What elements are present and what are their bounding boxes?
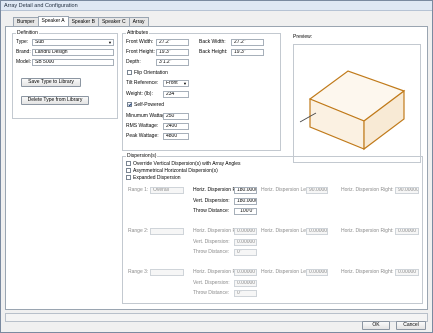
model-field[interactable]: SB 5000 bbox=[32, 59, 114, 66]
r1-horiz-left-field[interactable]: 90.00000 bbox=[306, 187, 328, 194]
r2-throw-field[interactable]: 0" bbox=[234, 249, 257, 256]
tab-bumper[interactable]: Bumper bbox=[13, 17, 39, 26]
brand-field[interactable]: Landru Design bbox=[32, 49, 114, 56]
dispersion-group: Dispersion(s) Override Vertical Dispersi… bbox=[122, 153, 423, 304]
r2-horiz-left-field[interactable]: 0.00000 bbox=[306, 228, 328, 235]
r3-horiz-right-label: Horiz. Dispersion Right: bbox=[341, 269, 394, 275]
r2-horiz-right-field[interactable]: 0.00000 bbox=[395, 228, 419, 235]
brand-label: Brand: bbox=[16, 49, 31, 55]
peak-wattage-label: Peak Wattage: bbox=[126, 133, 159, 139]
range1-field[interactable]: Overall bbox=[150, 187, 184, 194]
flip-orientation-checkbox[interactable] bbox=[127, 70, 132, 75]
asymmetrical-label: Asymmetrical Horizontal Dispersion(s) bbox=[133, 168, 218, 174]
preview-canvas bbox=[293, 44, 421, 163]
self-powered-checkbox[interactable] bbox=[127, 102, 132, 107]
cancel-button[interactable]: Cancel bbox=[396, 321, 426, 330]
tab-speaker-b[interactable]: Speaker B bbox=[67, 17, 99, 26]
preview-label: Preview: bbox=[293, 34, 313, 40]
tilt-reference-select[interactable]: Front ▼ bbox=[163, 80, 189, 87]
r3-horiz-full-field[interactable]: 0.00000 bbox=[234, 269, 257, 276]
attributes-group-label: Attributes bbox=[126, 30, 150, 36]
back-height-field[interactable]: 19.3" bbox=[231, 49, 264, 56]
flip-orientation-label: Flip Orientation bbox=[134, 70, 168, 76]
depth-label: Depth: bbox=[126, 59, 141, 65]
override-vertical-label: Override Vertical Dispersion(s) with Arr… bbox=[133, 161, 241, 167]
weight-label: Weight: (lb): bbox=[126, 91, 153, 97]
r1-throw-field[interactable]: 100'0" bbox=[234, 208, 257, 215]
delete-type-button[interactable]: Delete Type from Library bbox=[21, 96, 89, 105]
range2-field[interactable] bbox=[150, 228, 184, 235]
range1-label: Range 1: bbox=[128, 187, 149, 193]
front-width-field[interactable]: 27.2" bbox=[156, 39, 189, 46]
range3-label: Range 3: bbox=[128, 269, 149, 275]
rms-wattage-label: RMS Wattage: bbox=[126, 123, 159, 129]
r1-vert-field[interactable]: 180.0000 bbox=[234, 198, 257, 205]
r1-vert-label: Vert. Dispersion: bbox=[193, 198, 230, 204]
r1-horiz-right-field[interactable]: 90.00000 bbox=[395, 187, 419, 194]
front-height-field[interactable]: 19.3" bbox=[156, 49, 189, 56]
r2-throw-label: Throw Distance: bbox=[193, 249, 230, 255]
front-height-label: Front Height: bbox=[126, 49, 155, 55]
r3-vert-field[interactable]: 0.00000 bbox=[234, 280, 257, 287]
r3-throw-label: Throw Distance: bbox=[193, 290, 230, 296]
asymmetrical-checkbox[interactable] bbox=[126, 168, 131, 173]
window-title: Array Detail and Configuration bbox=[4, 3, 78, 9]
r1-throw-label: Throw Distance: bbox=[193, 208, 230, 214]
save-type-button[interactable]: Save Type to Library bbox=[21, 78, 81, 87]
ok-button-visible[interactable]: OK bbox=[362, 321, 390, 330]
tab-speaker-c[interactable]: Speaker C bbox=[97, 17, 130, 26]
back-height-label: Back Height: bbox=[199, 49, 228, 55]
range3-field[interactable] bbox=[150, 269, 184, 276]
back-width-field[interactable]: 27.2" bbox=[231, 39, 264, 46]
speaker-box-preview bbox=[299, 70, 406, 151]
r3-horiz-right-field[interactable]: 0.00000 bbox=[395, 269, 419, 276]
r3-horiz-left-label: Horiz. Dispersion Left: bbox=[261, 269, 311, 275]
rms-wattage-field[interactable]: 2400 bbox=[163, 123, 189, 130]
min-wattage-field[interactable]: 250 bbox=[163, 113, 189, 120]
tab-speaker-a[interactable]: Speaker A bbox=[37, 16, 69, 26]
r1-horiz-full-field[interactable]: 180.0000 bbox=[234, 187, 257, 194]
r2-vert-label: Vert. Dispersion: bbox=[193, 239, 230, 245]
depth-field[interactable]: 3'1.2" bbox=[156, 59, 189, 66]
tilt-reference-label: Tilt Reference: bbox=[126, 80, 159, 86]
peak-wattage-field[interactable]: 4800 bbox=[163, 133, 189, 140]
expanded-checkbox[interactable] bbox=[126, 175, 131, 180]
type-select[interactable]: Sub ▼ bbox=[32, 39, 114, 46]
front-width-label: Front Width: bbox=[126, 39, 154, 45]
tilt-reference-value: Front bbox=[166, 80, 178, 86]
r2-horiz-right-label: Horiz. Dispersion Right: bbox=[341, 228, 394, 234]
chevron-down-icon: ▼ bbox=[183, 81, 187, 86]
model-label: Model: bbox=[16, 59, 32, 65]
range2-label: Range 2: bbox=[128, 228, 149, 234]
back-width-label: Back Width: bbox=[199, 39, 226, 45]
attributes-group: Attributes Front Width: 27.2" Back Width… bbox=[122, 30, 281, 151]
r2-horiz-full-field[interactable]: 0.00000 bbox=[234, 228, 257, 235]
expanded-label: Expanded Dispersion bbox=[133, 175, 181, 181]
title-bar: Array Detail and Configuration bbox=[1, 1, 432, 11]
r3-vert-label: Vert. Dispersion: bbox=[193, 280, 230, 286]
r1-horiz-left-label: Horiz. Dispersion Left: bbox=[261, 187, 311, 193]
definition-group-label: Definition bbox=[16, 30, 39, 36]
type-label: Type: bbox=[16, 39, 29, 45]
type-select-value: Sub bbox=[35, 39, 44, 45]
definition-group: Definition Type: Sub ▼ Brand: Landru Des… bbox=[12, 30, 118, 119]
r3-throw-field[interactable]: 0" bbox=[234, 290, 257, 297]
r2-vert-field[interactable]: 0.00000 bbox=[234, 239, 257, 246]
r3-horiz-left-field[interactable]: 0.00000 bbox=[306, 269, 328, 276]
chevron-down-icon: ▼ bbox=[108, 40, 112, 45]
self-powered-label: Self-Powered bbox=[134, 102, 165, 108]
r1-horiz-right-label: Horiz. Dispersion Right: bbox=[341, 187, 394, 193]
override-vertical-checkbox[interactable] bbox=[126, 161, 131, 166]
tab-panel-speaker-a: Definition Type: Sub ▼ Brand: Landru Des… bbox=[5, 26, 428, 310]
r2-horiz-left-label: Horiz. Dispersion Left: bbox=[261, 228, 311, 234]
dispersion-group-label: Dispersion(s) bbox=[126, 153, 158, 159]
weight-field[interactable]: 234 bbox=[163, 91, 189, 98]
tab-array[interactable]: Array bbox=[128, 17, 149, 26]
dialog-window: Array Detail and Configuration Bumper Sp… bbox=[0, 0, 433, 333]
tab-strip: Bumper Speaker A Speaker B Speaker C Arr… bbox=[13, 16, 149, 26]
